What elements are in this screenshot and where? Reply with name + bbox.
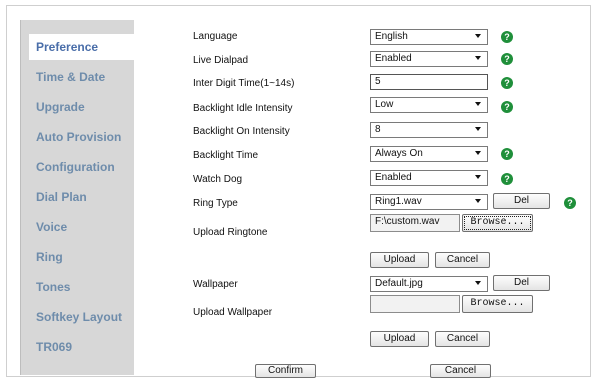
inter-digit-time-label: Inter Digit Time(1~14s) — [193, 78, 295, 89]
watch-dog-help-icon[interactable]: ? — [501, 173, 513, 185]
backlight-idle-intensity-select[interactable]: Low — [370, 97, 488, 113]
sidebar-item-voice[interactable]: Voice — [21, 214, 134, 240]
chevron-down-icon — [475, 199, 481, 203]
watch-dog-select[interactable]: Enabled — [370, 170, 488, 186]
backlight-on-intensity-label: Backlight On Intensity — [193, 126, 290, 137]
chevron-down-icon — [475, 102, 481, 106]
wallpaper-browse-button[interactable]: Browse... — [462, 295, 533, 313]
wallpaper-file-field[interactable] — [370, 295, 460, 313]
language-select[interactable]: English — [370, 29, 488, 45]
ringtone-browse-button[interactable]: Browse... — [462, 214, 533, 232]
sidebar-item-ring[interactable]: Ring — [21, 244, 134, 270]
ringtone-file-field[interactable]: F:\custom.wav — [370, 214, 460, 232]
watch-dog-value: Enabled — [375, 172, 412, 183]
sidebar-item-preference[interactable]: Preference — [29, 34, 134, 60]
language-label: Language — [193, 31, 238, 42]
upload-ringtone-label: Upload Ringtone — [193, 227, 268, 238]
chevron-down-icon — [475, 151, 481, 155]
footer-cancel-button[interactable]: Cancel — [430, 364, 491, 378]
inter-digit-time-help-icon[interactable]: ? — [501, 77, 513, 89]
language-help-icon[interactable]: ? — [501, 31, 513, 43]
sidebar-item-auto-provision[interactable]: Auto Provision — [21, 124, 134, 150]
live-dialpad-help-icon[interactable]: ? — [501, 53, 513, 65]
wallpaper-select[interactable]: Default.jpg — [370, 276, 488, 292]
sidebar-item-configuration[interactable]: Configuration — [21, 154, 134, 180]
chevron-down-icon — [475, 56, 481, 60]
backlight-idle-intensity-help-icon[interactable]: ? — [501, 101, 513, 113]
backlight-time-select[interactable]: Always On — [370, 146, 488, 162]
backlight-idle-intensity-label: Backlight Idle Intensity — [193, 103, 293, 114]
inter-digit-time-input[interactable]: 5 — [370, 74, 488, 90]
sidebar-item-upgrade[interactable]: Upgrade — [21, 94, 134, 120]
chevron-down-icon — [475, 175, 481, 179]
wallpaper-cancel-button[interactable]: Cancel — [435, 331, 490, 347]
ring-type-label: Ring Type — [193, 198, 238, 209]
sidebar-item-dial-plan[interactable]: Dial Plan — [21, 184, 134, 210]
wallpaper-value: Default.jpg — [375, 278, 423, 289]
chevron-down-icon — [475, 34, 481, 38]
ring-type-del-button[interactable]: Del — [493, 193, 550, 209]
backlight-time-label: Backlight Time — [193, 150, 259, 161]
chevron-down-icon — [475, 281, 481, 285]
wallpaper-label: Wallpaper — [193, 279, 238, 290]
live-dialpad-label: Live Dialpad — [193, 55, 249, 66]
upload-wallpaper-label: Upload Wallpaper — [193, 307, 273, 318]
watch-dog-label: Watch Dog — [193, 174, 243, 185]
sidebar-item-softkey-layout[interactable]: Softkey Layout — [21, 304, 134, 330]
ring-type-help-icon[interactable]: ? — [564, 197, 576, 209]
ringtone-cancel-button[interactable]: Cancel — [435, 252, 490, 268]
backlight-on-intensity-value: 8 — [375, 124, 381, 135]
live-dialpad-select-value: Enabled — [375, 53, 412, 64]
wallpaper-del-button[interactable]: Del — [493, 275, 550, 291]
sidebar-item-time-date[interactable]: Time & Date — [21, 64, 134, 90]
wallpaper-upload-button[interactable]: Upload — [370, 331, 429, 347]
live-dialpad-select[interactable]: Enabled — [370, 51, 488, 67]
ring-type-select[interactable]: Ring1.wav — [370, 194, 488, 210]
sidebar-item-tr069[interactable]: TR069 — [21, 334, 134, 360]
sidebar-item-tones[interactable]: Tones — [21, 274, 134, 300]
sidebar: Preference Time & Date Upgrade Auto Prov… — [20, 20, 134, 375]
chevron-down-icon — [475, 127, 481, 131]
ringtone-upload-button[interactable]: Upload — [370, 252, 429, 268]
backlight-time-help-icon[interactable]: ? — [501, 148, 513, 160]
language-select-value: English — [375, 31, 408, 42]
backlight-time-value: Always On — [375, 148, 423, 159]
backlight-idle-intensity-value: Low — [375, 99, 394, 110]
backlight-on-intensity-select[interactable]: 8 — [370, 122, 488, 138]
confirm-button[interactable]: Confirm — [255, 364, 316, 378]
ring-type-value: Ring1.wav — [375, 196, 422, 207]
